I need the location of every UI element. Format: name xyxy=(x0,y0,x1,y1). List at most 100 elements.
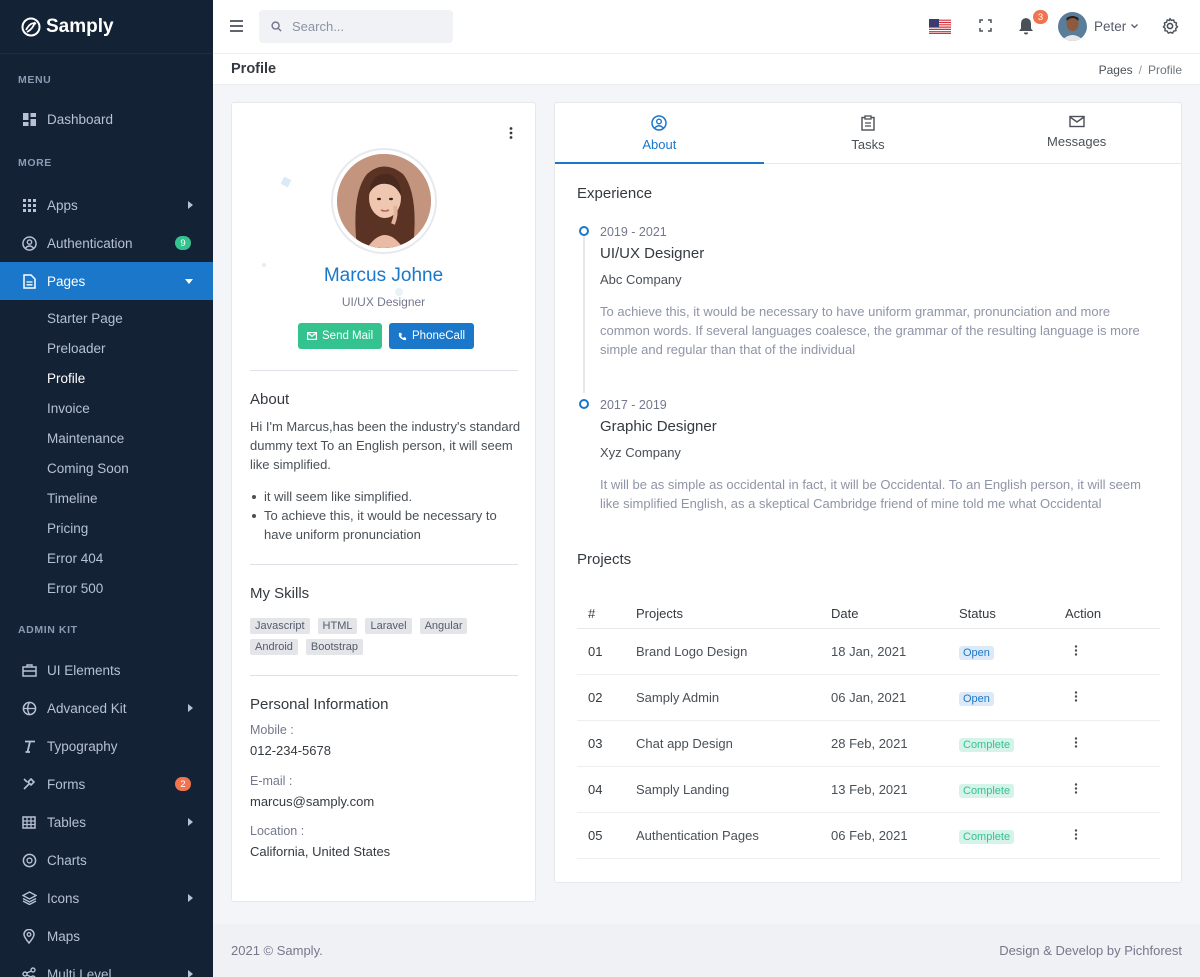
experience-years: 2017 - 2019 xyxy=(600,398,667,412)
file-document-icon xyxy=(21,273,37,289)
sidebar-item-label: Pages xyxy=(47,273,86,289)
sidebar-subitem-preloader[interactable]: Preloader xyxy=(0,333,213,363)
divider xyxy=(250,675,518,676)
sidebar-subitem-maintenance[interactable]: Maintenance xyxy=(0,423,213,453)
chevron-right-icon xyxy=(188,201,193,209)
sidebar-item-typography[interactable]: Typography xyxy=(0,727,213,765)
hamburger-menu-icon[interactable] xyxy=(230,20,243,32)
sidebar-item-label: Multi Level xyxy=(47,966,112,977)
sidebar-item-label: UI Elements xyxy=(47,662,121,678)
sidebar-item-pages[interactable]: Pages xyxy=(0,262,213,300)
mobile-label: Mobile : xyxy=(250,723,294,737)
chevron-right-icon xyxy=(188,894,193,902)
projects-table: # Projects Date Status Action 01 Brand L… xyxy=(577,593,1160,859)
sidebar-item-apps[interactable]: Apps xyxy=(0,186,213,224)
breadcrumb-link-pages[interactable]: Pages xyxy=(1099,63,1133,77)
page-title-bar: Profile Pages / Profile xyxy=(213,54,1200,85)
details-card: About Tasks Messages Experience 2019 - 2… xyxy=(554,102,1182,883)
sidebar-item-maps[interactable]: Maps xyxy=(0,917,213,955)
menu-section-title: MENU xyxy=(18,74,52,86)
project-status-cell: Complete xyxy=(959,720,1065,767)
timeline-dot xyxy=(579,226,589,236)
project-number: 04 xyxy=(577,766,636,813)
fullscreen-icon[interactable] xyxy=(979,19,992,32)
project-date: 06 Feb, 2021 xyxy=(831,812,959,859)
project-date: 13 Feb, 2021 xyxy=(831,766,959,813)
search-input[interactable] xyxy=(292,19,432,34)
tab-label: Tasks xyxy=(851,137,885,152)
sidebar-item-label: Apps xyxy=(47,197,78,213)
project-action-cell xyxy=(1065,812,1160,859)
more-vertical-icon[interactable] xyxy=(1074,828,1078,840)
status-badge: Open xyxy=(959,691,994,706)
sidebar-subitem-pricing[interactable]: Pricing xyxy=(0,513,213,543)
send-mail-button[interactable]: Send Mail xyxy=(298,323,383,349)
experience-description: It will be as simple as occidental in fa… xyxy=(600,477,1141,511)
project-status-cell: Complete xyxy=(959,812,1065,859)
sidebar-subitem-invoice[interactable]: Invoice xyxy=(0,393,213,423)
notification-bell-icon[interactable]: 3 xyxy=(1018,10,1048,35)
projects-heading: Projects xyxy=(577,551,632,568)
settings-gear-icon[interactable] xyxy=(1161,17,1179,35)
logo[interactable]: Samply xyxy=(0,0,213,54)
more-vertical-icon[interactable] xyxy=(1074,690,1078,702)
sidebar-item-forms[interactable]: Forms 2 xyxy=(0,765,213,803)
sidebar-item-icons[interactable]: Icons xyxy=(0,879,213,917)
project-name: Samply Landing xyxy=(636,766,831,813)
more-section-title: MORE xyxy=(18,157,52,169)
sidebar-item-label: Charts xyxy=(47,852,87,868)
sidebar-subitem-error-404[interactable]: Error 404 xyxy=(0,543,213,573)
briefcase-icon xyxy=(21,662,37,678)
column-header: Date xyxy=(831,593,959,629)
chevron-right-icon xyxy=(188,704,193,712)
share-icon xyxy=(21,966,37,977)
footer-credits: Design & Develop by Pichforest xyxy=(999,943,1182,958)
sidebar-subitem-coming-soon[interactable]: Coming Soon xyxy=(0,453,213,483)
more-vertical-icon[interactable] xyxy=(1074,782,1078,794)
project-action-cell xyxy=(1065,628,1160,675)
more-vertical-icon[interactable] xyxy=(1074,736,1078,748)
user-menu[interactable]: Peter xyxy=(1058,12,1139,41)
list-item: To achieve this, it would be necessary t… xyxy=(250,506,522,544)
sidebar-subitem-error-500[interactable]: Error 500 xyxy=(0,573,213,603)
search-icon xyxy=(271,21,282,32)
project-action-cell xyxy=(1065,674,1160,721)
sidebar-subitem-starter-page[interactable]: Starter Page xyxy=(0,303,213,333)
project-date: 06 Jan, 2021 xyxy=(831,674,959,721)
skills-heading: My Skills xyxy=(250,585,310,602)
more-vertical-icon[interactable] xyxy=(1074,644,1078,656)
user-name: Peter xyxy=(1094,19,1127,34)
tab-tasks[interactable]: Tasks xyxy=(764,103,973,163)
dashboard-icon xyxy=(21,111,37,127)
tab-messages[interactable]: Messages xyxy=(972,103,1181,163)
tab-label: Messages xyxy=(1047,134,1107,149)
phone-call-label: PhoneCall xyxy=(412,330,466,342)
sidebar-item-ui-elements[interactable]: UI Elements xyxy=(0,651,213,689)
mail-icon xyxy=(1068,115,1085,128)
more-vertical-icon[interactable] xyxy=(509,127,513,139)
admin-kit-section-title: ADMIN KIT xyxy=(18,624,78,636)
skills-list: Javascript HTML Laravel Angular Android … xyxy=(250,618,510,655)
sidebar-item-multi-level[interactable]: Multi Level xyxy=(0,955,213,977)
project-name: Samply Admin xyxy=(636,674,831,721)
project-number: 05 xyxy=(577,812,636,859)
project-date: 28 Feb, 2021 xyxy=(831,720,959,767)
sidebar-item-dashboard[interactable]: Dashboard xyxy=(0,100,213,138)
us-flag-icon[interactable] xyxy=(929,19,951,34)
sidebar-subitem-timeline[interactable]: Timeline xyxy=(0,483,213,513)
project-action-cell xyxy=(1065,766,1160,813)
column-header: Status xyxy=(959,593,1065,629)
sidebar-item-authentication[interactable]: Authentication 9 xyxy=(0,224,213,262)
phone-call-button[interactable]: PhoneCall xyxy=(389,323,475,349)
sidebar-item-tables[interactable]: Tables xyxy=(0,803,213,841)
sidebar-item-advanced-kit[interactable]: Advanced Kit xyxy=(0,689,213,727)
sidebar-item-charts[interactable]: Charts xyxy=(0,841,213,879)
sidebar-subitem-profile[interactable]: Profile xyxy=(0,363,213,393)
profile-role: UI/UX Designer xyxy=(341,295,426,309)
sidebar-item-label: Typography xyxy=(47,738,118,754)
profile-avatar xyxy=(331,148,437,254)
samply-logo-icon xyxy=(21,17,41,36)
email-label: E-mail : xyxy=(250,774,293,788)
tab-about[interactable]: About xyxy=(555,103,764,164)
project-name: Brand Logo Design xyxy=(636,628,831,675)
